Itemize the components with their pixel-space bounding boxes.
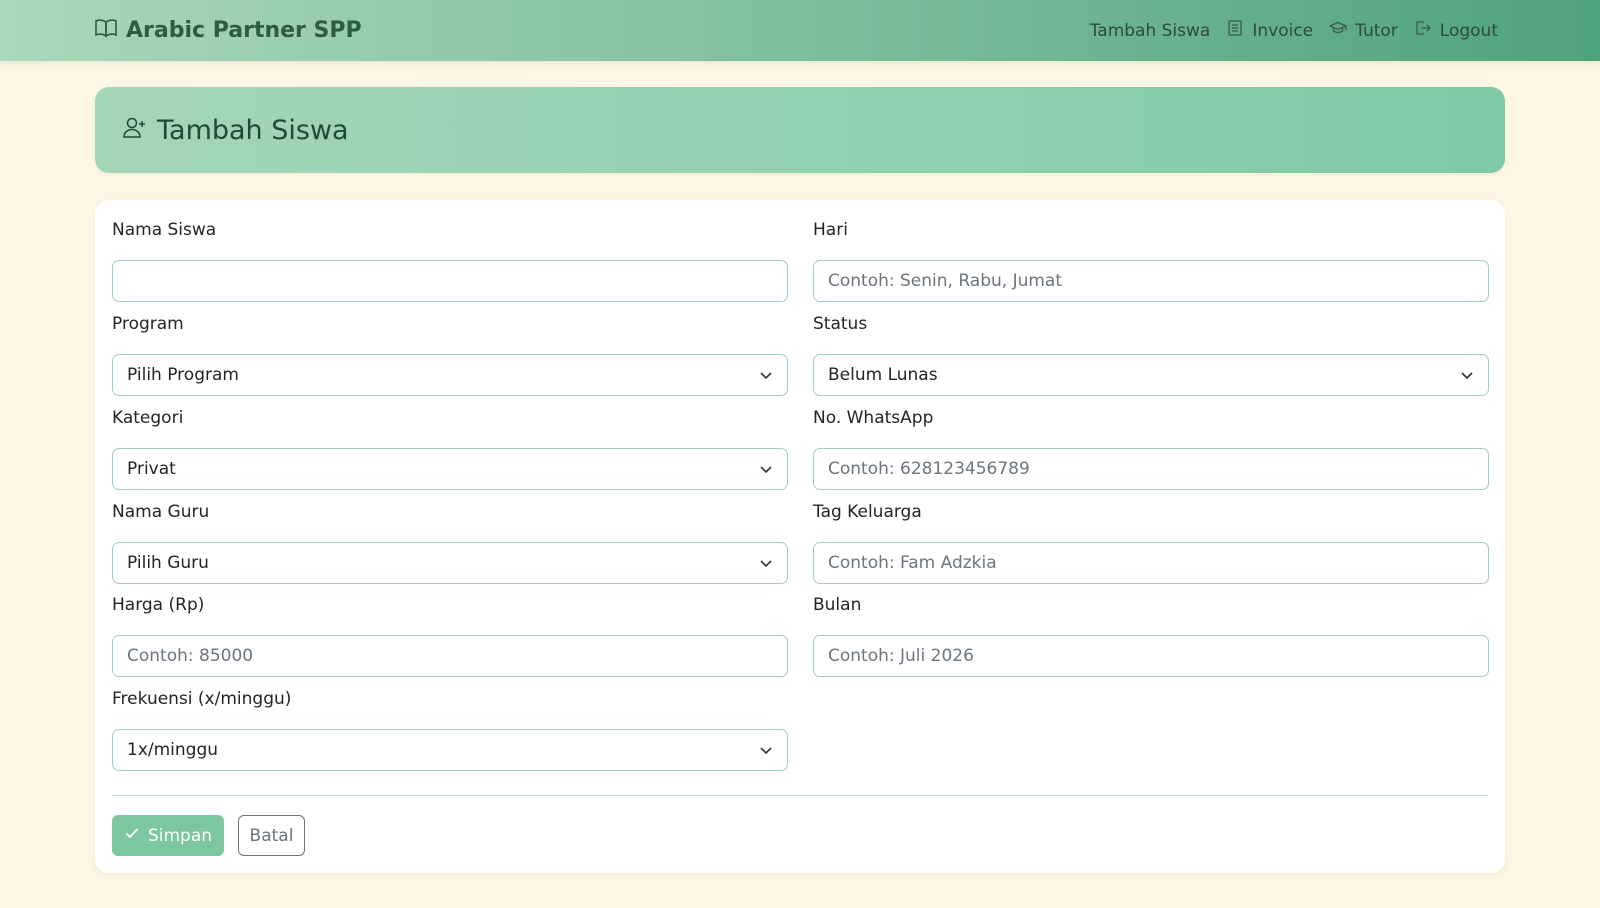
field-label: Kategori	[112, 408, 184, 428]
field-label: Nama Siswa	[112, 220, 217, 240]
save-button-label: Simpan	[147, 825, 213, 846]
field-nama-guru: Nama Guru Pilih Guru	[112, 500, 788, 584]
divider	[112, 795, 1488, 796]
field-status: Status Belum Lunas	[813, 312, 1489, 396]
page-header: Tambah Siswa	[95, 87, 1505, 173]
field-label: Harga (Rp)	[112, 595, 205, 615]
nav-item-label: Tambah Siswa	[1089, 20, 1211, 41]
field-label: Hari	[813, 220, 848, 240]
field-tag-keluarga: Tag Keluarga	[813, 500, 1489, 584]
chevron-down-icon	[759, 556, 773, 570]
frekuensi-select[interactable]: 1x/minggu	[112, 729, 788, 771]
cancel-button[interactable]: Batal	[238, 815, 305, 856]
field-label: Tag Keluarga	[813, 502, 922, 522]
field-whatsapp: No. WhatsApp	[813, 406, 1489, 490]
whatsapp-input[interactable]	[813, 448, 1489, 490]
bulan-input[interactable]	[813, 635, 1489, 677]
field-hari: Hari	[813, 218, 1489, 302]
chevron-down-icon	[759, 368, 773, 382]
field-kategori: Kategori Privat	[112, 406, 788, 490]
nav-item-logout[interactable]: Logout	[1414, 19, 1498, 42]
nama-siswa-input[interactable]	[112, 260, 788, 302]
nav-item-invoice[interactable]: Invoice	[1226, 19, 1313, 42]
field-label: Frekuensi (x/minggu)	[112, 689, 292, 709]
form-card: Nama Siswa Program Pilih Program Kategor…	[95, 200, 1505, 873]
tag-keluarga-input[interactable]	[813, 542, 1489, 584]
chevron-down-icon	[759, 462, 773, 476]
nav-item-tutor[interactable]: Tutor	[1328, 19, 1398, 42]
field-label: Nama Guru	[112, 502, 210, 522]
harga-input[interactable]	[112, 635, 788, 677]
nav-links: Tambah Siswa Invoice Tutor Logout	[1090, 0, 1498, 61]
field-nama-siswa: Nama Siswa	[112, 218, 788, 302]
brand[interactable]: Arabic Partner SPP	[94, 0, 362, 61]
chevron-down-icon	[1460, 368, 1474, 382]
receipt-icon	[1226, 19, 1244, 42]
save-button[interactable]: Simpan	[112, 815, 224, 856]
book-icon	[94, 16, 118, 46]
select-value: Pilih Program	[127, 365, 239, 385]
nama-guru-select[interactable]: Pilih Guru	[112, 542, 788, 584]
brand-name: Arabic Partner SPP	[126, 18, 362, 43]
select-value: Pilih Guru	[127, 553, 209, 573]
nav-item-tambah-siswa[interactable]: Tambah Siswa	[1090, 21, 1211, 41]
field-label: No. WhatsApp	[813, 408, 934, 428]
graduation-cap-icon	[1328, 19, 1348, 42]
field-bulan: Bulan	[813, 593, 1489, 677]
nav-item-label: Invoice	[1252, 20, 1314, 41]
cancel-button-label: Batal	[249, 825, 294, 846]
field-label: Bulan	[813, 595, 862, 615]
top-navbar: Arabic Partner SPP Tambah Siswa Invoice	[0, 0, 1600, 61]
nav-item-label: Tutor	[1355, 20, 1398, 41]
status-select[interactable]: Belum Lunas	[813, 354, 1489, 396]
hari-input[interactable]	[813, 260, 1489, 302]
program-select[interactable]: Pilih Program	[112, 354, 788, 396]
select-value: Privat	[127, 459, 176, 479]
select-value: 1x/minggu	[127, 740, 219, 760]
field-label: Status	[813, 314, 868, 334]
field-harga: Harga (Rp)	[112, 593, 788, 677]
field-frekuensi: Frekuensi (x/minggu) 1x/minggu	[112, 687, 788, 771]
chevron-down-icon	[759, 743, 773, 757]
select-value: Belum Lunas	[828, 365, 938, 385]
page-title: Tambah Siswa	[157, 114, 349, 146]
field-program: Program Pilih Program	[112, 312, 788, 396]
field-label: Program	[112, 314, 184, 334]
check-icon	[124, 825, 140, 846]
person-add-icon	[121, 114, 149, 146]
nav-item-label: Logout	[1439, 20, 1498, 41]
logout-icon	[1414, 19, 1432, 42]
kategori-select[interactable]: Privat	[112, 448, 788, 490]
